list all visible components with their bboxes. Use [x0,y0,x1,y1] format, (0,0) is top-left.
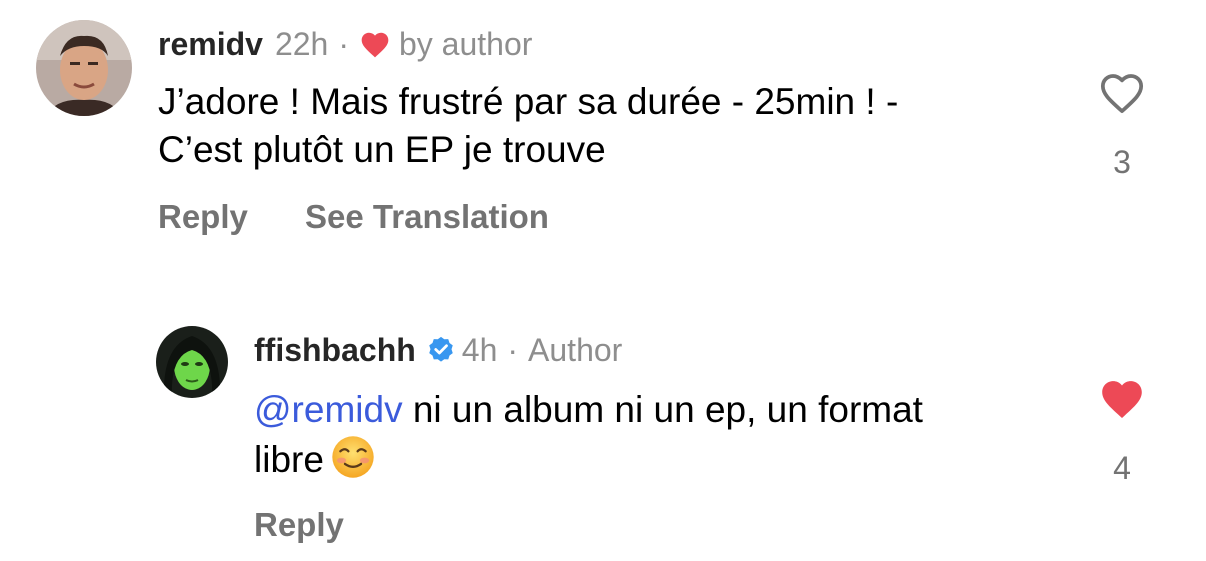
like-count: 3 [1113,144,1131,180]
comment-meta: ffishbachh 4h · Author [254,330,622,370]
username[interactable]: ffishbachh [254,330,416,370]
comment-ffishbachh: ffishbachh 4h · Author @remidv ni un alb… [0,300,1206,561]
like-count: 4 [1113,450,1131,486]
comment-text-line: J’adore ! Mais frustré par sa durée - 25… [158,81,899,122]
comment-actions: Reply [254,506,344,544]
comment-text-line: C’est plutôt un EP je trouve [158,129,606,170]
verified-badge-icon [429,336,453,362]
comment-meta: remidv 22h · by author [158,24,532,64]
author-label: Author [528,332,623,368]
comment-text-fragment: libre [254,439,324,480]
mention-link[interactable]: @remidv [254,389,403,430]
separator: · [338,26,349,62]
heart-outline-icon [1100,74,1144,114]
user-photo-icon [36,20,132,116]
avatar[interactable] [156,326,228,398]
comment-text: @remidv ni un album ni un ep, un format … [254,386,1074,484]
user-photo-icon [156,326,228,398]
comment-text-line: libre [254,434,1074,484]
see-translation-button[interactable]: See Translation [305,198,549,235]
comment-text-fragment: ni un album ni un ep, un format [402,389,923,430]
reply-button[interactable]: Reply [254,506,344,543]
liked-by-author-label: by author [398,26,533,62]
avatar[interactable] [36,20,132,116]
like-button[interactable] [1097,374,1147,422]
separator: · [507,332,519,368]
heart-filled-icon [361,32,389,58]
timestamp: 22h [274,26,329,62]
comment-remidv: remidv 22h · by author J’adore ! Mais fr… [0,0,1206,270]
like-button[interactable] [1097,68,1147,116]
reply-button[interactable]: Reply [158,198,248,235]
timestamp: 4h [461,332,498,368]
username[interactable]: remidv [158,24,263,64]
heart-filled-icon [1102,381,1142,418]
comment-text: J’adore ! Mais frustré par sa durée - 25… [158,78,1078,174]
comment-text-line: @remidv ni un album ni un ep, un format [254,386,1074,434]
comment-actions: Reply See Translation [158,198,549,236]
smiling-face-emoji-icon [332,436,374,478]
